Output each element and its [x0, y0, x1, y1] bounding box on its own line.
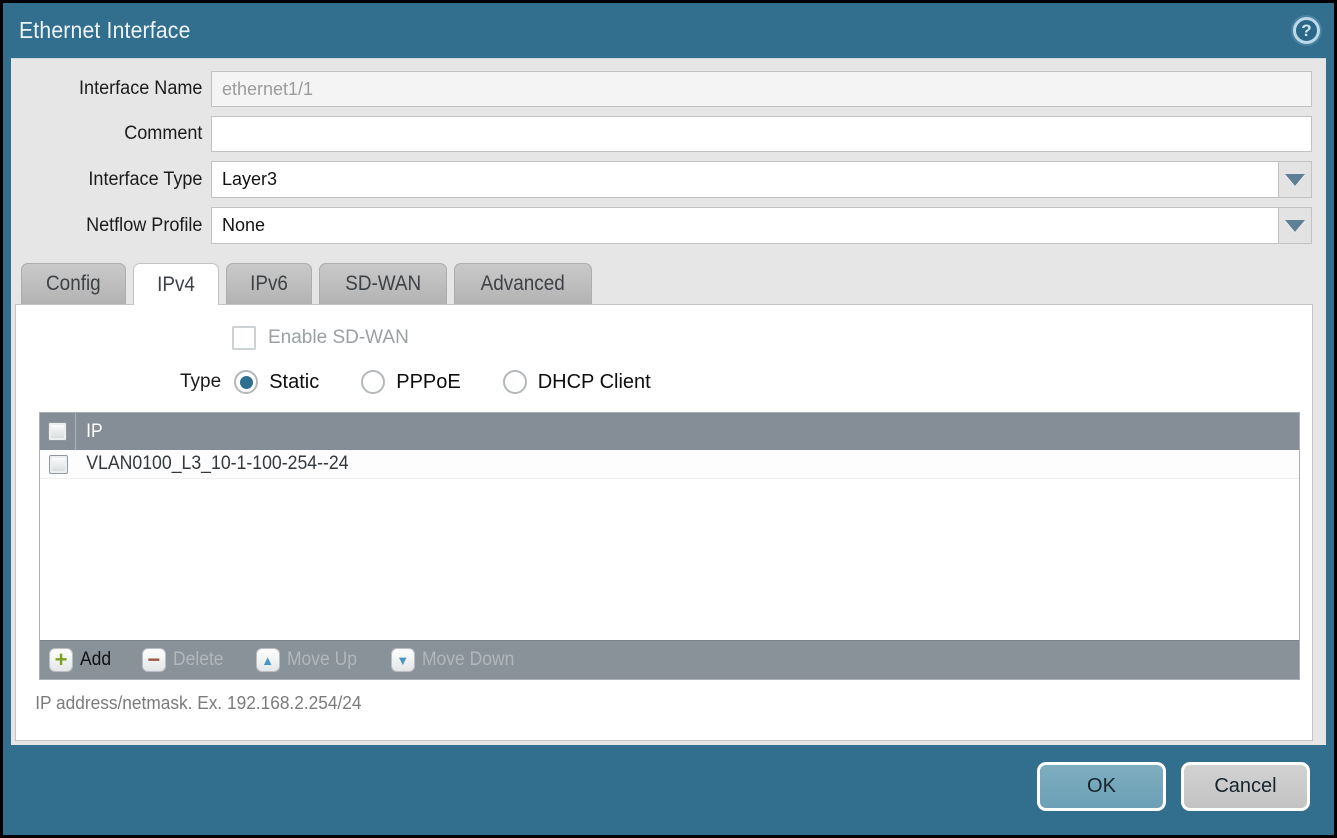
radio-dhcp-client-icon: [503, 370, 527, 394]
tab-advanced[interactable]: Advanced: [454, 263, 591, 304]
enable-sdwan-row: Enable SD-WAN: [16, 305, 1312, 350]
radio-static-label: Static: [269, 371, 319, 394]
tab-ipv4[interactable]: IPv4: [133, 263, 219, 305]
delete-button[interactable]: − Delete: [142, 648, 228, 672]
chevron-down-icon: [1285, 174, 1305, 186]
ok-button[interactable]: OK: [1037, 762, 1166, 811]
tab-sd-wan[interactable]: SD-WAN: [319, 263, 447, 304]
ip-format-hint: IP address/netmask. Ex. 192.168.2.254/24: [16, 680, 1260, 714]
enable-sdwan-label: Enable SD-WAN: [268, 327, 409, 349]
delete-button-label: Delete: [173, 649, 224, 671]
interface-name-field: [211, 71, 1312, 107]
radio-dhcp-client[interactable]: DHCP Client: [503, 370, 651, 394]
tab-advanced-label: Advanced: [481, 272, 565, 296]
cancel-button[interactable]: Cancel: [1181, 762, 1310, 811]
select-all-checkbox[interactable]: [48, 422, 67, 441]
ip-cell: VLAN0100_L3_10-1-100-254--24: [76, 453, 349, 475]
tab-sd-wan-label: SD-WAN: [345, 272, 421, 296]
table-row[interactable]: VLAN0100_L3_10-1-100-254--24: [40, 450, 1299, 479]
tab-config[interactable]: Config: [21, 263, 126, 304]
netflow-profile-select[interactable]: None: [211, 207, 1279, 244]
tab-ipv6[interactable]: IPv6: [226, 263, 312, 304]
form-row-interface-type: Interface Type Layer3: [15, 161, 1312, 198]
comment-field[interactable]: [211, 116, 1312, 152]
tab-config-label: Config: [46, 272, 101, 296]
delete-icon: −: [142, 648, 166, 672]
tab-strip: Config IPv4 IPv6 SD-WAN Advanced: [11, 253, 1326, 304]
ip-table: IP VLAN0100_L3_10-1-100-254--24 + Add: [39, 412, 1300, 680]
radio-pppoe[interactable]: PPPoE: [361, 370, 460, 394]
tab-ipv4-label: IPv4: [157, 273, 195, 297]
radio-dhcp-client-label: DHCP Client: [538, 371, 651, 394]
ip-column-header: IP: [76, 421, 103, 443]
netflow-profile-label: Netflow Profile: [25, 215, 211, 237]
move-down-button[interactable]: ▼ Move Down: [391, 648, 522, 672]
radio-pppoe-icon: [361, 370, 385, 394]
move-up-button[interactable]: ▲ Move Up: [256, 648, 363, 672]
row-check-cell: [40, 450, 76, 478]
form-row-interface-name: Interface Name: [15, 71, 1312, 107]
dialog-footer: OK Cancel: [3, 745, 1334, 835]
move-down-icon: ▼: [391, 648, 415, 672]
radio-pppoe-label: PPPoE: [396, 371, 460, 394]
form-row-comment: Comment: [15, 116, 1312, 152]
help-icon[interactable]: ?: [1293, 17, 1320, 44]
ipv4-tab-panel: Enable SD-WAN Type Static PPPoE DHCP Cli…: [15, 304, 1313, 741]
interface-name-label: Interface Name: [25, 78, 211, 100]
add-icon: +: [49, 648, 73, 672]
dialog-body: Interface Name Comment Interface Type La…: [11, 58, 1326, 745]
comment-label: Comment: [25, 123, 211, 145]
add-button-label: Add: [80, 649, 111, 671]
interface-type-label: Interface Type: [25, 169, 211, 191]
interface-type-select[interactable]: Layer3: [211, 161, 1279, 198]
dialog-titlebar: Ethernet Interface ?: [3, 3, 1334, 58]
radio-static-icon: [234, 370, 258, 394]
type-radio-group: Type Static PPPoE DHCP Client: [16, 350, 1312, 394]
ethernet-interface-dialog: Ethernet Interface ? Interface Name Comm…: [0, 0, 1337, 838]
ip-table-header: IP: [40, 413, 1299, 450]
move-up-button-label: Move Up: [287, 649, 357, 671]
move-down-button-label: Move Down: [422, 649, 514, 671]
interface-type-dropdown-button[interactable]: [1279, 161, 1312, 198]
enable-sdwan-checkbox: [232, 326, 256, 350]
chevron-down-icon: [1285, 220, 1305, 232]
radio-static[interactable]: Static: [234, 370, 319, 394]
select-all-cell: [40, 413, 76, 450]
ip-table-toolbar: + Add − Delete ▲ Move Up ▼ Move Down: [40, 640, 1299, 679]
tab-ipv6-label: IPv6: [250, 272, 288, 296]
add-button[interactable]: + Add: [49, 648, 114, 672]
move-up-icon: ▲: [256, 648, 280, 672]
form-row-netflow-profile: Netflow Profile None: [15, 207, 1312, 244]
row-checkbox[interactable]: [49, 455, 68, 474]
type-label: Type: [180, 371, 221, 393]
netflow-profile-dropdown-button[interactable]: [1279, 207, 1312, 244]
dialog-title: Ethernet Interface: [19, 17, 191, 44]
ip-table-body: VLAN0100_L3_10-1-100-254--24: [40, 450, 1299, 640]
